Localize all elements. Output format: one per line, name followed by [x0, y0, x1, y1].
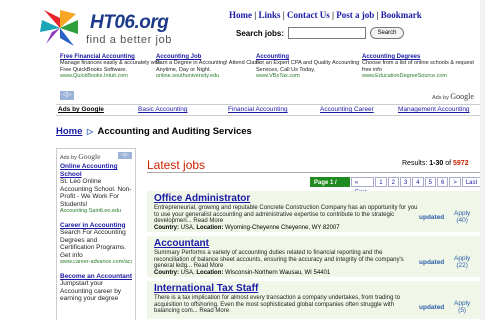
- search-button[interactable]: Search: [370, 27, 404, 39]
- nav-post-job-link[interactable]: Post a job: [336, 10, 374, 20]
- results-of: of: [445, 160, 452, 167]
- top-ad[interactable]: Free Financial Accounting Manage finance…: [60, 54, 170, 80]
- google-wordmark: Google: [78, 152, 101, 161]
- page-next[interactable]: >: [449, 177, 461, 187]
- top-ad[interactable]: Accounting For an Expert CPA and Quality…: [256, 54, 366, 80]
- job-listing: Accountant Summary Performs a variety of…: [147, 236, 480, 278]
- logo-title: HT06.org: [90, 12, 169, 33]
- sidebar-ad-text: St. Leo Online Accounting School. Non-Pr…: [60, 178, 132, 208]
- page-5[interactable]: 5: [424, 177, 436, 187]
- ad-url[interactable]: online.southuniversity.edu: [156, 73, 266, 79]
- page-1[interactable]: 1: [375, 177, 387, 187]
- link-financial-accounting[interactable]: Financial Accounting: [228, 105, 288, 115]
- breadcrumb-arrow-icon: ▷: [87, 127, 94, 136]
- job-status: updated: [419, 304, 445, 311]
- nav-bookmark-link[interactable]: Bookmark: [381, 10, 422, 20]
- search-input[interactable]: [288, 27, 366, 39]
- top-ad[interactable]: Accounting Job Earn a Degree in Accounti…: [156, 54, 266, 80]
- jobs-heading: Latest jobs: [147, 158, 206, 172]
- page-6[interactable]: 6: [436, 177, 449, 187]
- ad-text: Earn a Degree in Accounting! Attend Clas…: [156, 60, 260, 73]
- page-indicator: Page 1 / 200: [310, 177, 350, 196]
- apply-link[interactable]: Apply (22): [454, 255, 470, 269]
- top-ad[interactable]: Accounting Degrees Choose from a list of…: [362, 54, 478, 80]
- breadcrumb-current: Accounting and Auditing Services: [97, 126, 252, 137]
- page-4[interactable]: 4: [412, 177, 424, 187]
- job-description: Entrepreneurial, growing and reputable C…: [154, 205, 418, 225]
- apply-link[interactable]: Apply (40): [454, 210, 470, 224]
- sidebar-ad-text: Jumpstart your Accounting career by earn…: [60, 280, 122, 302]
- ads-by-text: Ads by: [60, 155, 77, 161]
- page-2[interactable]: 2: [387, 177, 399, 187]
- top-nav: Home | Links | Contact Us | Post a job |…: [229, 10, 422, 20]
- ad-text: Manage finances easily & accurately with…: [60, 60, 161, 73]
- ads-by-google-label[interactable]: Ads by Google: [432, 92, 474, 101]
- nav-links-link[interactable]: Links: [258, 10, 280, 20]
- job-title-link[interactable]: International Tax Staff: [154, 283, 258, 294]
- sidebar-ad-title[interactable]: Career in Accounting: [60, 222, 132, 230]
- ad-nav-arrows-icon[interactable]: ◁▷: [60, 91, 74, 100]
- pinwheel-logo-icon: [40, 10, 78, 46]
- scrollbar[interactable]: [480, 0, 485, 320]
- job-listing: International Tax Staff There is a tax i…: [147, 281, 480, 320]
- site-logo[interactable]: HT06.org find a better job: [36, 8, 176, 48]
- pagination: Page 1 / 200 « First 1 2 3 4 5 6 > Last …: [310, 177, 485, 196]
- sidebar-ad-nav-arrows-icon[interactable]: ◁▷: [118, 152, 132, 159]
- apply-link[interactable]: Apply (5): [454, 300, 470, 314]
- sidebar-ad[interactable]: Career in Accounting Search For Accounti…: [60, 222, 132, 267]
- job-location: Country: USA, Location: Wisconsin-Northe…: [154, 270, 331, 276]
- ad-text: Choose from a list of online schools & r…: [362, 60, 474, 73]
- job-description: There is a tax implication for almost ev…: [154, 295, 401, 315]
- job-title-link[interactable]: Office Administrator: [154, 193, 250, 204]
- sidebar-ad-url[interactable]: www.career-advance.com/accou: [60, 259, 132, 267]
- ad-url[interactable]: www.VBsTax.com: [256, 73, 366, 79]
- results-prefix: Results:: [402, 160, 428, 167]
- job-title-link[interactable]: Accountant: [154, 238, 209, 249]
- job-description: Summary Performs a variety of accounting…: [154, 250, 404, 270]
- link-management-accounting[interactable]: Management Accounting: [398, 105, 470, 115]
- sidebar-ad-text: Search For Accounting Degrees and Certif…: [60, 229, 127, 259]
- sidebar-ad-url[interactable]: Accounting.SaintLeo.edu: [60, 208, 132, 216]
- job-listing: Office Administrator Entrepreneurial, gr…: [147, 191, 480, 233]
- divider: [147, 172, 480, 173]
- job-location: Country: USA, Location: Wyoming-Cheyenne…: [154, 225, 340, 231]
- breadcrumb: Home ▷ Accounting and Auditing Services: [56, 126, 252, 137]
- link-bar-label[interactable]: Ads by Google: [58, 105, 104, 115]
- nav-contact-link[interactable]: Contact Us: [287, 10, 330, 20]
- ad-url[interactable]: www.QuickBooks.Intuit.com: [60, 73, 170, 79]
- results-total: 5972: [453, 160, 469, 167]
- ad-text: For an Expert CPA and Quality Accounting…: [256, 60, 360, 73]
- sidebar-ad[interactable]: Become an Accountant Jumpstart your Acco…: [60, 273, 132, 303]
- logo-tagline: find a better job: [86, 34, 173, 46]
- search-label: Search jobs:: [236, 29, 285, 38]
- results-range: 1-30: [429, 160, 444, 167]
- sidebar-ad-title[interactable]: Become an Accountant: [60, 273, 132, 281]
- job-status: updated: [419, 214, 445, 221]
- link-accounting-career[interactable]: Accounting Career: [320, 105, 374, 115]
- sidebar-ads: Ads by Google ◁▷ Online Accounting Schoo…: [56, 148, 136, 320]
- results-count: Results: 1-30 of 5972: [402, 160, 469, 167]
- ad-url[interactable]: www.EducationDegreeSource.com: [362, 73, 478, 79]
- breadcrumb-home-link[interactable]: Home: [56, 126, 82, 137]
- google-wordmark: Google: [450, 92, 474, 101]
- page-3[interactable]: 3: [399, 177, 412, 187]
- link-basic-accounting[interactable]: Basic Accounting: [138, 105, 188, 115]
- ad-link-bar: Ads by Google Basic Accounting Financial…: [56, 104, 480, 116]
- ads-by-text: Ads by: [432, 95, 449, 101]
- nav-home-link[interactable]: Home: [229, 10, 252, 20]
- sidebar-ad-title[interactable]: Online Accounting School: [60, 163, 132, 178]
- page-first[interactable]: « First: [350, 177, 375, 196]
- sidebar-ad[interactable]: Online Accounting School St. Leo Online …: [60, 163, 132, 216]
- job-status: updated: [419, 259, 445, 266]
